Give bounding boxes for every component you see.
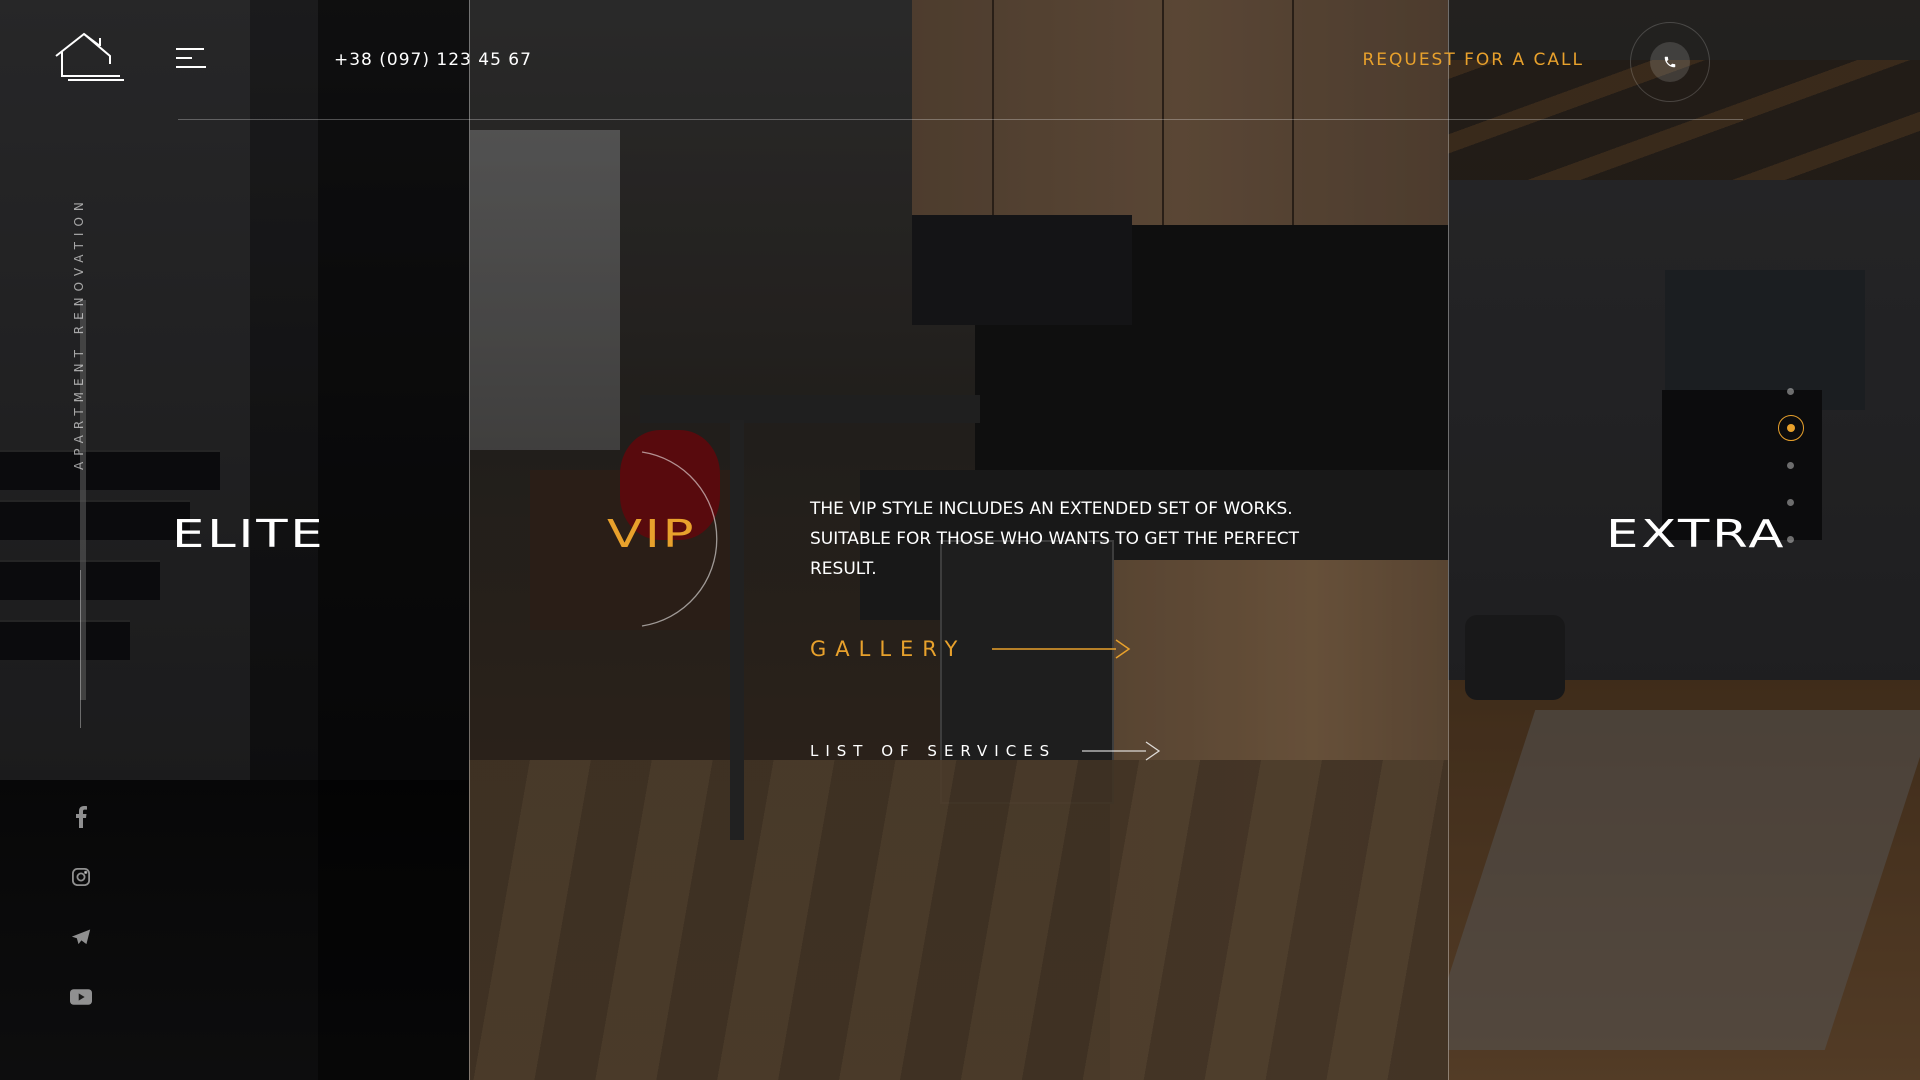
- header-phone-number[interactable]: +38 (097) 123 45 67: [334, 50, 532, 70]
- home-logo-icon[interactable]: [54, 30, 126, 82]
- call-button-inner: [1650, 42, 1690, 82]
- sidebar-divider: [80, 570, 81, 728]
- services-label: LIST OF SERVICES: [810, 742, 1057, 760]
- phone-icon: [1664, 56, 1676, 68]
- gallery-label: GALLERY: [810, 637, 967, 661]
- instagram-icon[interactable]: [68, 864, 94, 890]
- vip-description: THE VIP STYLE INCLUDES AN EXTENDED SET O…: [810, 499, 1300, 579]
- slider-dot[interactable]: [1787, 499, 1794, 506]
- facebook-icon[interactable]: [68, 804, 94, 830]
- youtube-icon[interactable]: [68, 984, 94, 1010]
- slider-dot[interactable]: [1787, 536, 1794, 543]
- category-elite[interactable]: ELITE: [172, 512, 325, 556]
- arrow-right-icon: [992, 639, 1131, 659]
- request-call-link[interactable]: REQUEST FOR A CALL: [1362, 50, 1584, 70]
- call-button[interactable]: [1630, 22, 1710, 102]
- panel-divider: [469, 0, 470, 1080]
- slider-dot[interactable]: [1787, 388, 1794, 395]
- menu-bar: [176, 48, 204, 50]
- services-link[interactable]: LIST OF SERVICES: [810, 740, 1162, 762]
- slider-dot[interactable]: [1787, 462, 1794, 469]
- header-divider: [178, 119, 1743, 120]
- slider-dot-active-center: [1787, 424, 1795, 432]
- arrow-right-icon: [1082, 741, 1161, 761]
- menu-bar: [176, 57, 192, 59]
- menu-bar: [176, 66, 206, 68]
- vertical-tagline: APARTMENT RENOVATION: [72, 196, 86, 470]
- panel-divider: [1448, 0, 1449, 1080]
- gallery-link[interactable]: GALLERY: [810, 637, 1132, 661]
- category-extra[interactable]: EXTRA: [1606, 512, 1786, 556]
- category-vip[interactable]: VIP: [607, 512, 696, 556]
- menu-icon[interactable]: [176, 48, 210, 70]
- telegram-icon[interactable]: [68, 924, 94, 950]
- slider-dot-active[interactable]: [1778, 415, 1804, 441]
